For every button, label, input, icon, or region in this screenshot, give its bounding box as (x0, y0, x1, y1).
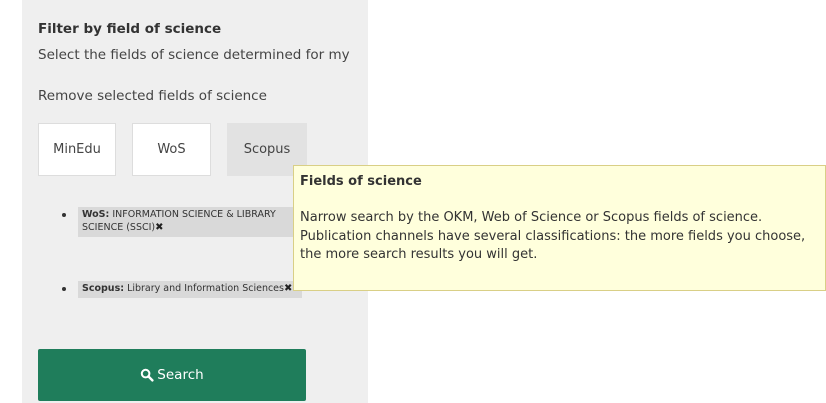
select-my-fields-link[interactable]: Select the fields of science determined … (38, 47, 368, 63)
search-button-label: Search (157, 367, 204, 383)
scopus-button-label: Scopus (243, 142, 291, 157)
fields-of-science-tooltip: Fields of science Narrow search by the O… (293, 165, 826, 291)
selected-field-chip: WoS: INFORMATION SCIENCE & LIBRARY SCIEN… (78, 207, 302, 237)
chip-name: Library and Information Sciences (127, 283, 284, 294)
fields-of-science-filter: Filter by field of science Select the fi… (0, 0, 826, 403)
selected-field-item: Scopus: Library and Information Sciences… (62, 281, 302, 298)
remove-x-icon[interactable]: ✖ (155, 222, 163, 233)
selected-field-chip: Scopus: Library and Information Sciences… (78, 281, 302, 298)
search-button[interactable]: Search (38, 349, 306, 401)
remove-x-icon[interactable]: ✖ (284, 283, 292, 294)
chip-prefix: Scopus: (82, 283, 125, 294)
selected-field-item: WoS: INFORMATION SCIENCE & LIBRARY SCIEN… (62, 207, 302, 237)
wos-button-label: WoS (157, 142, 186, 157)
bullet (62, 287, 66, 291)
wos-button[interactable]: WoS (132, 123, 211, 176)
tooltip-title: Fields of science (300, 174, 422, 189)
chip-prefix: WoS: (82, 209, 110, 220)
minedu-button[interactable]: MinEdu (38, 123, 116, 176)
search-icon (141, 368, 154, 382)
remove-selected-fields-link[interactable]: Remove selected fields of science (38, 88, 267, 104)
minedu-button-label: MinEdu (53, 142, 101, 157)
bullet (62, 213, 66, 217)
tooltip-body: Narrow search by the OKM, Web of Science… (300, 210, 806, 262)
filter-title: Filter by field of science (38, 21, 222, 37)
chip-name: INFORMATION SCIENCE & LIBRARY SCIENCE (S… (82, 209, 276, 233)
